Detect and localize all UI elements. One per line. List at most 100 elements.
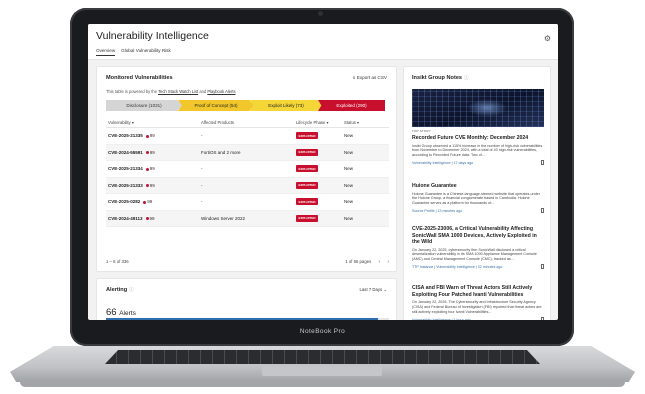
note-title[interactable]: CVE-2025-23006, a Critical Vulnerability… [412,226,544,246]
funnel-exploited[interactable]: Exploited (290) [318,100,385,111]
affected-products: - [201,133,203,139]
info-icon[interactable]: ⓘ [129,287,134,292]
alert-count-unit: Alerts [119,310,136,317]
status[interactable]: New [344,133,389,138]
card-title: Insikt Group Notes ⓘ [412,75,469,81]
status[interactable]: New [344,183,389,188]
funnel-disclosure[interactable]: Disclosure (1031) [106,100,182,111]
affected-products: - [201,166,203,172]
note-item[interactable]: CISA and FBI Warn of Threat Actors Still… [412,285,544,320]
funnel-exploit-likely[interactable]: Exploit Likely (73) [250,100,322,111]
status[interactable]: New [344,166,389,171]
col-affected-products: Affected Products [201,119,234,125]
tab-bar: Overview Global Vulnerability Risk [96,48,171,56]
tab-overview[interactable]: Overview [96,48,116,56]
table-row[interactable]: CVE-2024-55591 99 FortiOS and 2 more EXPLOI… [106,144,389,161]
note-text: This table is powered by the [106,89,157,94]
chevron-left-icon[interactable]: ‹ [378,259,380,265]
top-story-image[interactable] [412,89,544,127]
col-status[interactable]: Status ▾ [344,120,389,125]
risk-dot [145,151,149,155]
col-vulnerability[interactable]: Vulnerability ▾ [106,120,201,125]
lifecycle-phase: EXPLOITED [296,181,344,189]
status[interactable]: New [344,199,389,204]
lifecycle-phase: EXPLOITED [296,132,344,140]
cve-id[interactable]: CVE-2025-21335 99 [106,133,201,138]
status[interactable]: New [344,216,389,221]
note-item[interactable]: CVE-2025-23006, a Critical Vulnerability… [412,226,544,269]
playbook-alerts-link[interactable]: Playbook Alerts [207,89,235,94]
table-row[interactable]: CVE-2025-0282 99- EXPLOITED New [106,194,389,211]
bookmark-icon[interactable] [540,264,544,269]
app-header: Vulnerability Intelligence ⚙ Overview Gl… [88,24,558,60]
status[interactable]: New [344,150,389,155]
bookmark-icon[interactable] [540,160,544,165]
note-body: Insikt Group observed a 115% increase in… [412,143,543,158]
col-lifecycle-phase[interactable]: Lifecycle Phase ▾ [296,120,344,125]
risk-dot [145,167,149,171]
risk-dot [145,217,149,221]
affected-products: - [201,199,203,205]
chevron-right-icon[interactable]: › [387,259,389,265]
exploited-badge: EXPLOITED [296,148,319,156]
table-body: CVE-2025-21335 99- EXPLOITED New CVE-2024-55… [106,128,389,227]
laptop-model-label: NoteBook Pro [299,328,346,335]
info-icon[interactable]: ⓘ [464,75,469,80]
tech-stack-link[interactable]: Tech Stack Watch List [158,89,198,94]
lifecycle-funnel: Disclosure (1031) Proof of Concept (54) … [106,100,389,111]
alert-count-number: 66 [106,307,117,318]
page-text: 1 of 56 pages [345,259,372,264]
cve-id[interactable]: CVE-2025-0282 99 [106,199,201,204]
cve-id[interactable]: CVE-2024-49113 99 [106,216,201,221]
table-row[interactable]: CVE-2025-21333 99- EXPLOITED New [106,177,389,194]
notes-title: Insikt Group Notes [412,75,463,81]
exploited-badge: EXPLOITED [296,132,319,140]
bookmark-icon[interactable] [540,316,544,320]
note-meta: Vulnerability Intelligence | 17 days ago [412,160,544,166]
note-item[interactable]: Huione Guarantee Huione Guarantee is a Ch… [412,183,544,213]
card-title: Alerting ⓘ [106,287,134,293]
table-row[interactable]: CVE-2024-49113 99 Windows Server 2022 EXPLO… [106,210,389,227]
table-note: This table is powered by the Tech Stack … [106,89,236,94]
export-csv-button[interactable]: ⭳ Export as CSV [353,75,387,83]
monitored-vulnerabilities-card: Monitored Vulnerabilities ⭳ Export as CSV… [96,66,397,272]
cve-id[interactable]: CVE-2025-21333 99 [106,183,201,188]
card-title: Monitored Vulnerabilities [106,75,173,81]
date-range-select[interactable]: Last 7 Days ⌄ [360,287,387,293]
note-title[interactable]: Huione Guarantee [412,183,544,190]
note-title[interactable]: Recorded Future CVE Monthly: December 20… [412,135,544,142]
download-icon: ⭳ [353,75,355,81]
exploited-badge: EXPLOITED [296,198,319,206]
note-meta-text: Vulnerability Intelligence | 1 hour ago [412,317,471,320]
risk-dot [145,134,149,138]
risk-score: 99 [147,199,153,205]
lifecycle-phase: EXPLOITED [296,148,344,156]
gear-icon[interactable]: ⚙ [544,34,551,43]
note-body: Huione Guarantee is a Chinese-language-s… [412,191,540,206]
note-meta-text: Vulnerability Intelligence | 17 days ago [412,161,474,166]
alerting-title: Alerting [106,287,128,293]
note-meta-text: Source Profile | 13 minutes ago [412,209,463,214]
note-meta: Source Profile | 13 minutes ago [412,208,544,214]
table-row[interactable]: CVE-2025-21335 99- EXPLOITED New [106,128,389,145]
bookmark-icon[interactable] [540,208,544,213]
note-body: On January 22, 2025, cybersecurity firm … [412,247,537,262]
insikt-notes-card: Insikt Group Notes ⓘ TOP STORY Recorded F… [403,66,551,320]
risk-score: 99 [149,166,155,172]
exploited-badge: EXPLOITED [296,181,319,189]
note-title[interactable]: CISA and FBI Warn of Threat Actors Still… [412,285,544,298]
laptop-screen: Vulnerability Intelligence ⚙ Overview Gl… [88,24,558,320]
alert-count: 66 Alerts [106,307,136,318]
note-meta: Vulnerability Intelligence | 1 hour ago [412,316,544,320]
note-meta-text: TTP Instance | Vulnerability Intelligenc… [412,265,503,270]
note-item[interactable]: Recorded Future CVE Monthly: December 20… [412,135,544,165]
tab-global-vulnerability-risk[interactable]: Global Vulnerability Risk [121,48,171,56]
laptop-trackpad [262,366,382,376]
cve-id[interactable]: CVE-2025-21334 99 [106,166,201,171]
funnel-proof-of-concept[interactable]: Proof of Concept (54) [178,100,254,111]
table-row[interactable]: CVE-2025-21334 99- EXPLOITED New [106,161,389,178]
note-body: On January 22, 2025, The Cybersecurity a… [412,300,542,314]
risk-score: 99 [149,133,155,139]
cve-id[interactable]: CVE-2024-55591 99 [106,150,201,155]
pagination: 1 – 6 of 336 1 of 56 pages ‹ › [106,259,389,265]
